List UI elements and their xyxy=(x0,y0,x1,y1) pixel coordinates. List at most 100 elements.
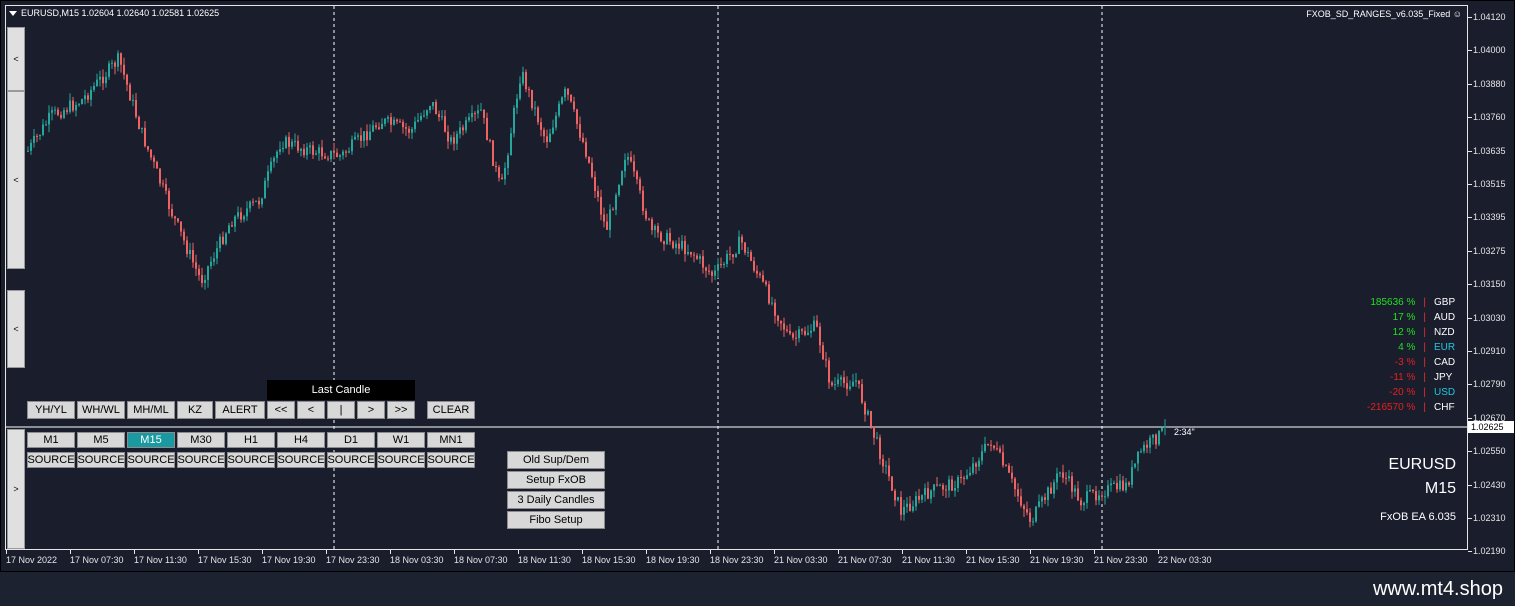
candle-body xyxy=(534,107,536,109)
nav-first-button[interactable]: << xyxy=(267,401,295,419)
dropdown-triangle-icon[interactable] xyxy=(9,10,17,16)
candle-body xyxy=(546,136,548,143)
strength-currency: CHF xyxy=(1434,402,1455,413)
candle-body xyxy=(879,437,881,459)
source-button-m15[interactable]: SOURCE xyxy=(127,452,175,468)
setup-fxob-button[interactable]: Setup FxOB xyxy=(507,471,605,489)
timeframe-button-m1[interactable]: M1 xyxy=(27,432,75,448)
time-tick xyxy=(1094,550,1095,554)
candle-body xyxy=(558,103,560,116)
candle-body xyxy=(168,190,170,210)
candle-body xyxy=(573,101,575,110)
chart-window[interactable]: EURUSD,M15 1.02604 1.02640 1.02581 1.026… xyxy=(0,0,1515,572)
candle-body xyxy=(711,271,713,276)
time-label: 17 Nov 15:30 xyxy=(198,555,252,565)
candle-body xyxy=(825,359,827,361)
nav-next-button[interactable]: > xyxy=(357,401,385,419)
price-label: 1.04000 xyxy=(1473,45,1506,56)
source-button-d1[interactable]: SOURCE xyxy=(327,452,375,468)
candle-body xyxy=(45,124,47,126)
site-url[interactable]: www.mt4.shop xyxy=(1373,578,1503,601)
strength-value: -3 % xyxy=(1394,357,1416,368)
candle-body xyxy=(342,151,344,156)
price-scale[interactable]: 1.04120 1.04000 1.03880 1.03760 1.03635 1.035… xyxy=(1468,5,1514,556)
price-tick xyxy=(1468,451,1472,453)
side-tab-collapse-1[interactable]: < xyxy=(7,27,25,91)
price-tick xyxy=(1468,83,1472,85)
source-button-m1[interactable]: SOURCE xyxy=(27,452,75,468)
timeframe-button-m15[interactable]: M15 xyxy=(127,432,175,448)
candle-body xyxy=(141,127,143,130)
clear-button[interactable]: CLEAR xyxy=(427,401,475,419)
candle-body xyxy=(348,151,350,153)
kz-button[interactable]: KZ xyxy=(177,401,213,419)
time-label: 18 Nov 23:30 xyxy=(710,555,764,565)
strength-separator: | xyxy=(1423,297,1426,308)
source-button-w1[interactable]: SOURCE xyxy=(377,452,425,468)
strength-currency: NZD xyxy=(1434,327,1455,338)
candle-body xyxy=(1164,426,1166,428)
candle-body xyxy=(549,133,551,143)
strength-currency: JPY xyxy=(1434,372,1453,383)
price-tick xyxy=(1468,250,1472,252)
price-label: 1.03395 xyxy=(1473,212,1506,223)
mh-ml-button[interactable]: MH/ML xyxy=(127,401,175,419)
timeframe-button-h4[interactable]: H4 xyxy=(277,432,325,448)
timeframe-button-mn1[interactable]: MN1 xyxy=(427,432,475,448)
daily-candles-button[interactable]: 3 Daily Candles xyxy=(507,491,605,509)
time-label: 18 Nov 03:30 xyxy=(390,555,444,565)
candle-body xyxy=(483,109,485,118)
candle-body xyxy=(96,79,98,86)
candle-body xyxy=(138,116,140,130)
timeframe-button-d1[interactable]: D1 xyxy=(327,432,375,448)
alert-button[interactable]: ALERT xyxy=(215,401,265,419)
candle-body xyxy=(540,122,542,130)
candle-body xyxy=(330,150,332,160)
source-button-mn1[interactable]: SOURCE xyxy=(427,452,475,468)
candle-body xyxy=(375,125,377,128)
current-price-tag: 1.02625 xyxy=(1468,421,1514,433)
price-tick xyxy=(1468,217,1472,219)
candle-body xyxy=(105,76,107,84)
candle-body xyxy=(822,345,824,360)
strength-separator: | xyxy=(1423,402,1426,413)
strength-separator: | xyxy=(1423,312,1426,323)
fibo-setup-button[interactable]: Fibo Setup xyxy=(507,511,605,529)
candle-body xyxy=(867,410,869,415)
time-tick xyxy=(390,550,391,554)
candle-body xyxy=(723,263,725,265)
timeframe-button-h1[interactable]: H1 xyxy=(227,432,275,448)
time-axis[interactable]: 17 Nov 2022 17 Nov 07:30 17 Nov 11:30 17 No… xyxy=(1,550,1468,570)
candle-body xyxy=(948,479,950,491)
side-tab-collapse-2[interactable]: < xyxy=(7,91,25,269)
candle-body xyxy=(660,232,662,242)
yh-yl-button[interactable]: YH/YL xyxy=(27,401,75,419)
timeframe-button-m5[interactable]: M5 xyxy=(77,432,125,448)
old-sup-dem-button[interactable]: Old Sup/Dem xyxy=(507,451,605,469)
candle-body xyxy=(555,115,557,128)
candle-body xyxy=(699,256,701,259)
strength-row: 4 % | EUR xyxy=(1367,340,1456,355)
nav-last-button[interactable]: >> xyxy=(387,401,415,419)
candle-body xyxy=(204,279,206,284)
strength-row: -3 % | CAD xyxy=(1367,355,1456,370)
candle-body xyxy=(603,214,605,222)
timeframe-button-w1[interactable]: W1 xyxy=(377,432,425,448)
candle-body xyxy=(690,251,692,255)
price-label: 1.02910 xyxy=(1473,346,1506,356)
candle-body xyxy=(429,106,431,111)
candle-body xyxy=(198,268,200,276)
candle-body xyxy=(645,211,647,219)
nav-prev-button[interactable]: < xyxy=(297,401,325,419)
candle-body xyxy=(225,233,227,244)
source-button-h4[interactable]: SOURCE xyxy=(277,452,325,468)
side-tab-collapse-3[interactable]: < xyxy=(7,290,25,368)
timeframe-button-m30[interactable]: M30 xyxy=(177,432,225,448)
source-button-h1[interactable]: SOURCE xyxy=(227,452,275,468)
candle-body xyxy=(552,127,554,134)
source-button-m5[interactable]: SOURCE xyxy=(77,452,125,468)
source-button-m30[interactable]: SOURCE xyxy=(177,452,225,468)
nav-current-button[interactable]: | xyxy=(327,401,355,419)
wh-wl-button[interactable]: WH/WL xyxy=(77,401,125,419)
side-tab-expand[interactable]: > xyxy=(7,429,25,549)
